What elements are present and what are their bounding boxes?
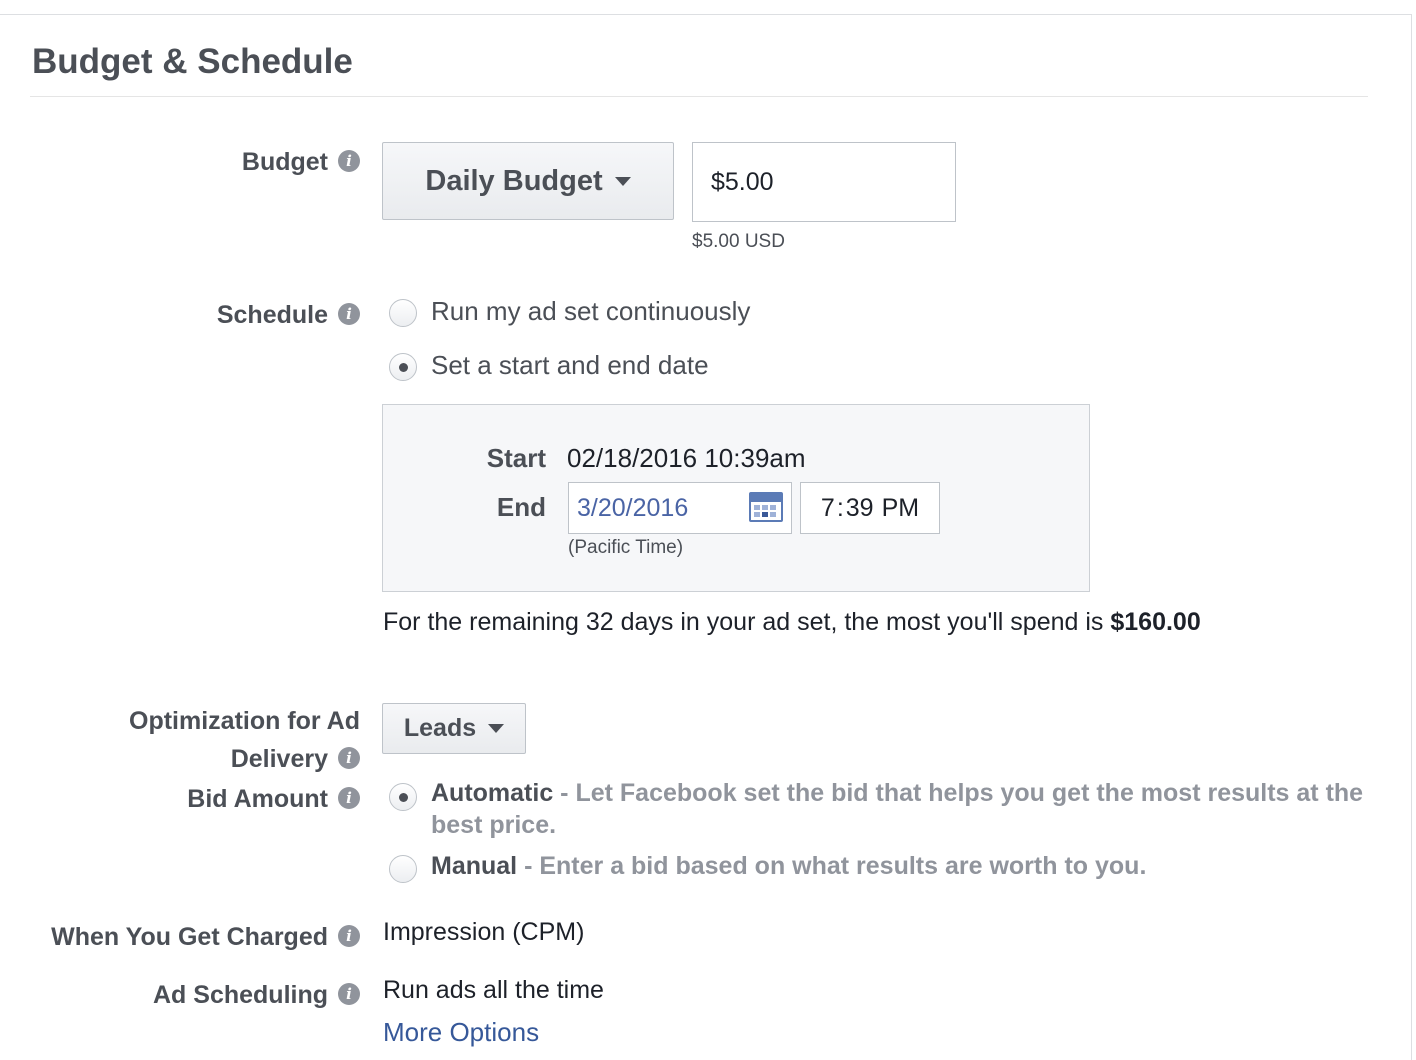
bid-label: Bid Amount xyxy=(187,785,328,813)
optimization-dropdown[interactable]: Leads xyxy=(382,703,526,754)
bid-automatic-label: Automatic xyxy=(431,779,554,807)
end-date-value: 3/20/2016 xyxy=(577,493,689,522)
end-time-separator: : xyxy=(836,493,844,522)
info-icon[interactable]: i xyxy=(338,983,360,1006)
optimization-value: Leads xyxy=(403,714,477,742)
timezone-hint: (Pacific Time) xyxy=(568,537,684,558)
panel-top-border xyxy=(0,14,1412,15)
optimization-label-line1: Optimization for Ad xyxy=(129,707,360,735)
info-icon[interactable]: i xyxy=(338,787,360,810)
spend-summary-amount: $160.00 xyxy=(1110,608,1201,636)
more-options-link[interactable]: More Options xyxy=(383,1017,539,1048)
schedule-start-end-label[interactable]: Set a start and end date xyxy=(431,347,709,383)
budget-type-label: Daily Budget xyxy=(425,164,603,197)
schedule-start-end-radio[interactable] xyxy=(389,353,417,381)
schedule-continuous-label[interactable]: Run my ad set continuously xyxy=(431,293,750,329)
ad-scheduling-label: Ad Scheduling xyxy=(153,981,328,1009)
bid-manual-desc: - Enter a bid based on what results are … xyxy=(517,852,1147,880)
budget-amount-value: $5.00 xyxy=(711,167,774,196)
radio-selected-dot xyxy=(399,793,408,802)
schedule-label: Schedule xyxy=(216,301,328,329)
start-label: Start xyxy=(486,443,546,473)
spend-summary-text: For the remaining 32 days in your ad set… xyxy=(383,608,1111,636)
bid-automatic-option[interactable]: Automatic - Let Facebook set the bid tha… xyxy=(431,777,1381,841)
optimization-label-line2: Delivery xyxy=(230,745,328,773)
bid-automatic-radio[interactable] xyxy=(389,783,417,811)
info-icon[interactable]: i xyxy=(338,925,360,948)
ad-scheduling-label-row: Ad Scheduling i xyxy=(153,976,360,1014)
info-icon[interactable]: i xyxy=(338,747,360,770)
info-icon[interactable]: i xyxy=(338,150,360,173)
charged-value: Impression (CPM) xyxy=(383,918,585,946)
radio-selected-dot xyxy=(399,363,408,372)
calendar-icon[interactable] xyxy=(749,492,783,522)
bid-manual-option[interactable]: Manual - Enter a bid based on what resul… xyxy=(431,849,1381,883)
schedule-continuous-radio[interactable] xyxy=(389,299,417,327)
end-time-hour[interactable]: 7 xyxy=(821,494,835,523)
info-icon[interactable]: i xyxy=(338,303,360,326)
title-divider xyxy=(30,96,1368,97)
panel-right-border xyxy=(1411,14,1412,1060)
budget-label: Budget xyxy=(241,148,328,176)
optimization-label-row: Delivery i xyxy=(231,740,360,778)
section-title: Budget & Schedule xyxy=(32,42,353,81)
budget-amount-input[interactable]: $5.00 xyxy=(692,142,956,222)
start-value: 02/18/2016 10:39am xyxy=(567,443,806,473)
caret-down-icon xyxy=(488,724,505,733)
spend-summary: For the remaining 32 days in your ad set… xyxy=(383,608,1201,637)
bid-manual-label: Manual xyxy=(431,852,518,880)
schedule-label-row: Schedule i xyxy=(217,296,360,334)
end-time-ampm[interactable]: PM xyxy=(882,494,920,523)
bid-label-row: Bid Amount i xyxy=(187,780,360,818)
end-label: End xyxy=(496,492,546,522)
budget-type-dropdown[interactable]: Daily Budget xyxy=(382,142,674,220)
bid-automatic-desc: - Let Facebook set the bid that helps yo… xyxy=(431,779,1364,839)
charged-label-row: When You Get Charged i xyxy=(51,918,360,956)
ad-scheduling-value: Run ads all the time xyxy=(383,976,604,1004)
budget-amount-hint: $5.00 USD xyxy=(692,231,785,252)
end-time-input[interactable]: 7:39 PM xyxy=(800,482,940,534)
charged-label: When You Get Charged xyxy=(51,923,328,951)
bid-manual-radio[interactable] xyxy=(389,855,417,883)
budget-label-row: Budget i xyxy=(242,143,360,181)
end-time-minute[interactable]: 39 xyxy=(846,494,874,523)
caret-down-icon xyxy=(614,176,631,186)
